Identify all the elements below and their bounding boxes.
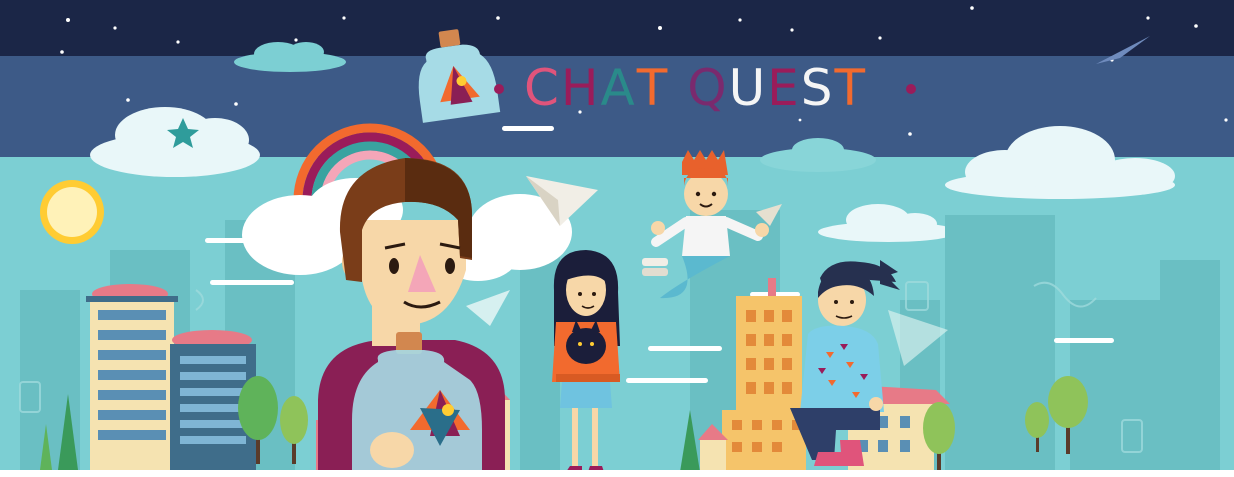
star-icon <box>113 26 117 30</box>
star-icon <box>970 6 974 10</box>
title-letter: E <box>767 59 801 117</box>
title-letter: Q <box>687 59 729 117</box>
title-letter: T <box>636 59 670 117</box>
title-space <box>669 60 687 116</box>
star-icon <box>1194 24 1198 28</box>
star-icon <box>66 18 70 22</box>
chat-quest-banner: CHAT QUEST <box>0 0 1234 477</box>
star-icon <box>878 36 882 40</box>
title-letter: A <box>600 59 637 117</box>
star-icon <box>496 16 500 20</box>
star-icon <box>1224 118 1228 122</box>
star-icon <box>908 132 912 136</box>
title-dot-right <box>906 84 916 94</box>
title-letter: U <box>728 59 768 117</box>
star-icon <box>342 16 346 20</box>
star-icon <box>738 18 742 22</box>
title-letter: T <box>834 59 868 117</box>
title-letter: H <box>560 59 601 117</box>
star-icon <box>60 50 64 54</box>
star-icon <box>1146 16 1150 20</box>
star-icon <box>126 98 130 102</box>
star-icon <box>176 40 180 44</box>
star-icon <box>798 118 802 122</box>
night-sky-band <box>0 0 1234 56</box>
title-dot-left <box>494 84 504 94</box>
star-icon <box>790 28 794 32</box>
chat-quest-title: CHAT QUEST <box>494 58 924 118</box>
building-icon <box>86 284 178 477</box>
page-title: CHAT QUEST <box>524 60 867 116</box>
star-icon <box>294 38 298 42</box>
ground <box>0 470 1234 477</box>
sun-icon <box>40 180 104 244</box>
star-icon <box>658 26 662 30</box>
star-icon <box>234 102 238 106</box>
title-letter: S <box>800 59 835 117</box>
title-letter: C <box>524 59 561 117</box>
